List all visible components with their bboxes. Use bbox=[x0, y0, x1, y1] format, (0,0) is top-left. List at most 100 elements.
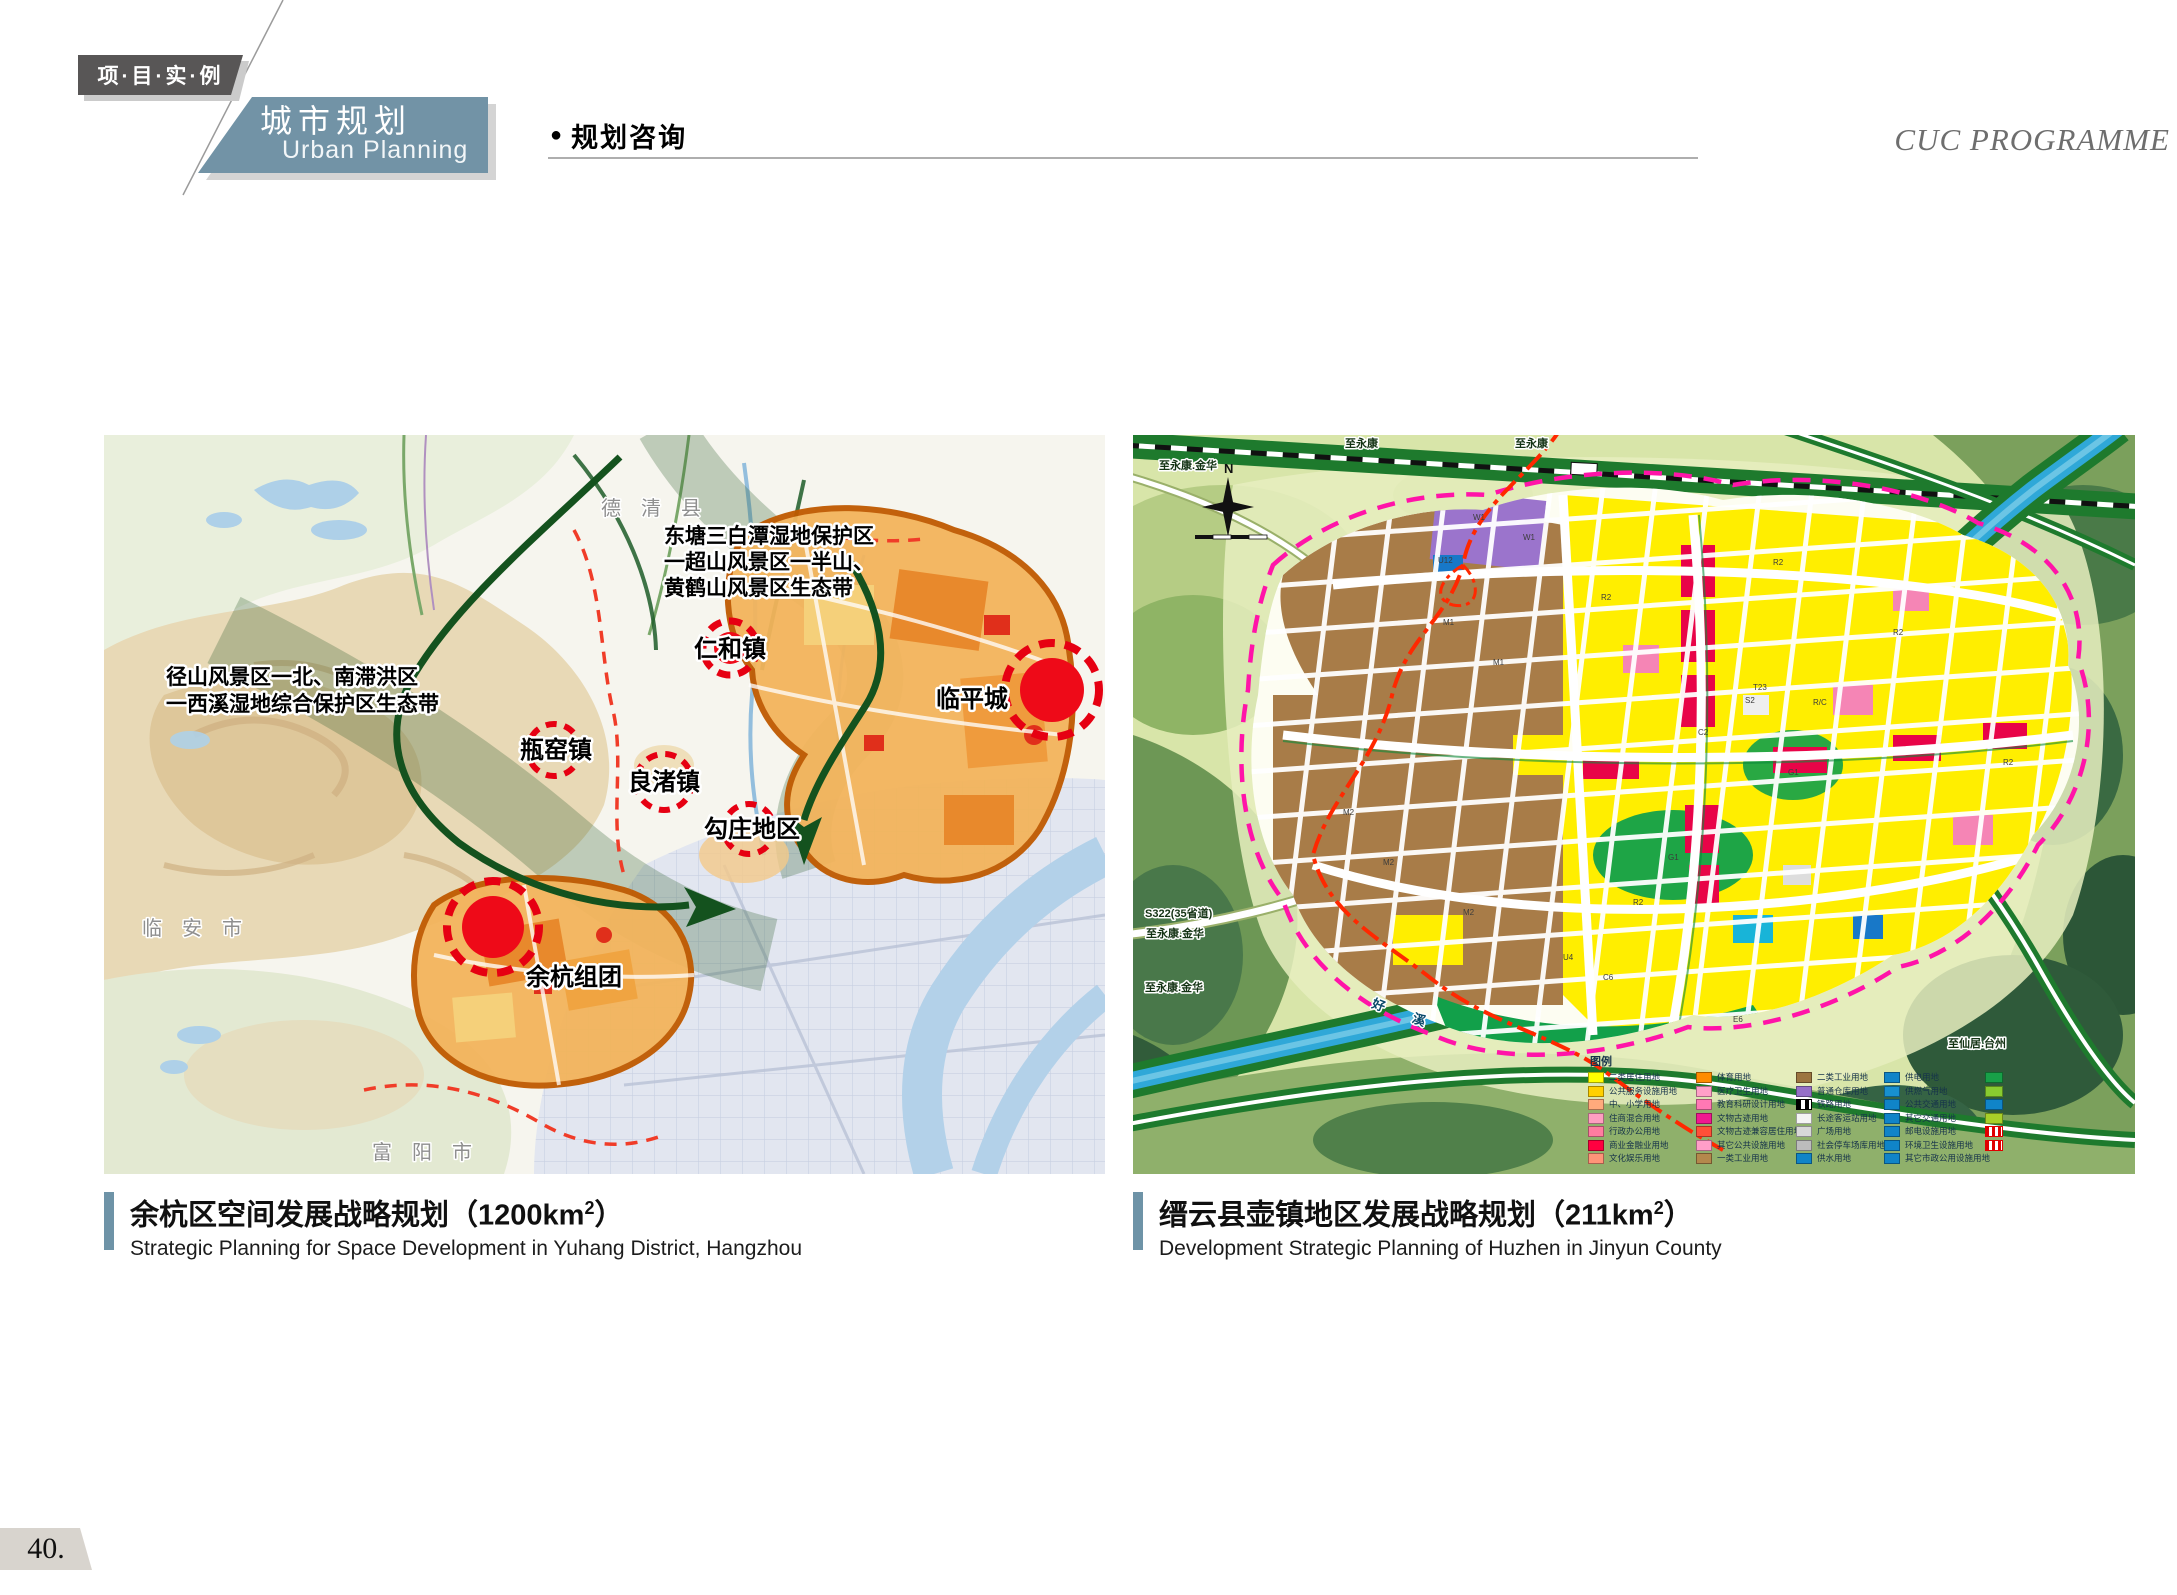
legend-chip bbox=[1884, 1140, 1900, 1151]
caption-accent-bar bbox=[1133, 1192, 1143, 1250]
legend-label: 社会停车场库用地 bbox=[1817, 1141, 1885, 1150]
bullet-icon: ● bbox=[550, 124, 562, 147]
legend-row: 公共服务设施用地 bbox=[1588, 1086, 1677, 1097]
legend-chip bbox=[1696, 1086, 1712, 1097]
legend-chip bbox=[1796, 1086, 1812, 1097]
legend-label: 中、小学用地 bbox=[1609, 1100, 1660, 1109]
legend-label: 二类工业用地 bbox=[1817, 1073, 1868, 1082]
header-rule bbox=[548, 157, 1698, 159]
svg-text:R/C: R/C bbox=[1813, 698, 1827, 707]
left-map-caption: 余杭区空间发展战略规划（1200km2） Strategic Planning … bbox=[104, 1192, 802, 1261]
legend-columns: 二类居住用地公共服务设施用地中、小学用地住商混合用地行政办公用地商业金融业用地文… bbox=[1588, 1047, 2133, 1173]
legend-row: 文化娱乐用地 bbox=[1588, 1153, 1660, 1164]
programme-title: CUC PROGRAMME bbox=[1690, 122, 2170, 158]
legend-label: 住商混合用地 bbox=[1609, 1114, 1660, 1123]
legend-row: 住商混合用地 bbox=[1588, 1113, 1660, 1124]
svg-text:G1: G1 bbox=[1788, 768, 1799, 777]
section-heading-text: 规划咨询 bbox=[571, 116, 687, 155]
svg-text:U12: U12 bbox=[1438, 556, 1453, 565]
legend-chip bbox=[1884, 1072, 1900, 1083]
legend-row: 二类工业用地 bbox=[1796, 1072, 1868, 1083]
legend-chip bbox=[1884, 1113, 1900, 1124]
legend-label: 商业金融业用地 bbox=[1609, 1141, 1669, 1150]
legend-chip bbox=[1985, 1086, 2003, 1097]
left-caption-title-en: Strategic Planning for Space Development… bbox=[130, 1237, 802, 1261]
legend-row: 教育科研设计用地 bbox=[1696, 1099, 1785, 1110]
svg-text:M2: M2 bbox=[1463, 908, 1475, 917]
legend-row: 长途客运站用地 bbox=[1796, 1113, 1877, 1124]
legend-row: 普通仓库用地 bbox=[1796, 1086, 1868, 1097]
legend-row: 其它公共设施用地 bbox=[1696, 1140, 1785, 1151]
legend-chip bbox=[1985, 1072, 2003, 1083]
legend-label: 广场用地 bbox=[1817, 1127, 1851, 1136]
label-linping-city: 临平城 bbox=[936, 685, 1008, 713]
svg-text:E6: E6 bbox=[1733, 1015, 1743, 1024]
legend-chip bbox=[1796, 1140, 1812, 1151]
page: 项·目·实·例 城市规划 Urban Planning ● 规划咨询 CUC P… bbox=[0, 0, 2177, 1595]
legend-row: 供燃气用地 bbox=[1884, 1086, 1948, 1097]
svg-text:R2: R2 bbox=[1601, 593, 1612, 602]
legend-row: 体育用地 bbox=[1696, 1072, 1751, 1083]
legend-chip bbox=[1588, 1126, 1604, 1137]
legend-label: 铁路用地 bbox=[1817, 1100, 1851, 1109]
legend-chip bbox=[1588, 1140, 1604, 1151]
yuhang-map-svg: 德 清 县 临 安 市 富 阳 市 东塘三白潭湿地保护区 一超山风景区一半山、 … bbox=[104, 435, 1105, 1174]
legend-row: 一类工业用地 bbox=[1696, 1153, 1768, 1164]
legend-row: 医疗卫生用地 bbox=[1696, 1086, 1768, 1097]
legend-label: 供电用地 bbox=[1905, 1073, 1939, 1082]
svg-text:C6: C6 bbox=[1603, 973, 1614, 982]
legend-label: 一类工业用地 bbox=[1717, 1154, 1768, 1163]
category-title-cn: 城市规划 bbox=[260, 104, 488, 138]
label-deqing-county: 德 清 县 bbox=[601, 497, 701, 520]
legend-chip bbox=[1588, 1086, 1604, 1097]
legend-chip bbox=[1985, 1140, 2003, 1151]
label-pingyao-town: 瓶窑镇 bbox=[520, 736, 592, 764]
right-caption-title-en: Development Strategic Planning of Huzhen… bbox=[1159, 1237, 1722, 1261]
legend-label: 文化娱乐用地 bbox=[1609, 1154, 1660, 1163]
svg-text:M1: M1 bbox=[1493, 658, 1505, 667]
legend-chip bbox=[1696, 1072, 1712, 1083]
legend-chip bbox=[1796, 1126, 1812, 1137]
legend-label: 教育科研设计用地 bbox=[1717, 1100, 1785, 1109]
svg-text:R2: R2 bbox=[2003, 758, 2014, 767]
annotation-ne-line3: 黄鹤山风景区生态带 bbox=[664, 576, 853, 600]
legend-row: 社会停车场库用地 bbox=[1796, 1140, 1885, 1151]
legend-row: 行政办公用地 bbox=[1588, 1126, 1660, 1137]
yuhang-map-panel: 德 清 县 临 安 市 富 阳 市 东塘三白潭湿地保护区 一超山风景区一半山、 … bbox=[104, 435, 1105, 1174]
label-yuhang-cluster: 余杭组团 bbox=[525, 963, 622, 991]
label-liangzhu-town: 良渚镇 bbox=[628, 768, 700, 796]
section-heading: ● 规划咨询 bbox=[550, 116, 687, 155]
legend-label: 文物古迹用地 bbox=[1717, 1114, 1768, 1123]
legend-label: 其它市政公用设施用地 bbox=[1905, 1154, 1990, 1163]
svg-text:G1: G1 bbox=[1668, 853, 1679, 862]
legend-row: 环境卫生设施用地 bbox=[1884, 1140, 1973, 1151]
legend-row: 商业金融业用地 bbox=[1588, 1140, 1669, 1151]
legend-label: 医疗卫生用地 bbox=[1717, 1087, 1768, 1096]
svg-text:M2: M2 bbox=[1343, 808, 1355, 817]
legend-label: 其它公共设施用地 bbox=[1717, 1141, 1785, 1150]
legend-label: 行政办公用地 bbox=[1609, 1127, 1660, 1136]
annotation-ne-line1: 东塘三白潭湿地保护区 bbox=[664, 524, 874, 548]
svg-text:U4: U4 bbox=[1563, 953, 1574, 962]
right-caption-title-cn: 缙云县壶镇地区发展战略规划（211km2） bbox=[1159, 1192, 1722, 1232]
legend-label: 长途客运站用地 bbox=[1817, 1114, 1877, 1123]
svg-text:R2: R2 bbox=[1773, 558, 1784, 567]
legend-label: 文物古迹兼容居住用地 bbox=[1717, 1127, 1802, 1136]
project-example-tag-label: 项·目·实·例 bbox=[98, 60, 224, 90]
north-label: N bbox=[1224, 461, 1233, 476]
huzhen-map-panel: N 至永康.金华 至永康 至永康 S322(35省道) 至永康.金华 至永康.金… bbox=[1133, 435, 2135, 1174]
legend-chip bbox=[1588, 1153, 1604, 1164]
annotation-w-line1: 径山风景区一北、南滞洪区 bbox=[166, 665, 418, 689]
legend-row: 供电用地 bbox=[1884, 1072, 1939, 1083]
scale-bar bbox=[1195, 535, 1267, 539]
legend-row: 供水用地 bbox=[1796, 1153, 1851, 1164]
legend-chip bbox=[1985, 1126, 2003, 1137]
svg-text:C2: C2 bbox=[1698, 728, 1709, 737]
left-caption-title-cn: 余杭区空间发展战略规划（1200km2） bbox=[130, 1192, 802, 1232]
svg-text:R2: R2 bbox=[1893, 628, 1904, 637]
svg-text:M2: M2 bbox=[1383, 858, 1395, 867]
legend-label: 供水用地 bbox=[1817, 1154, 1851, 1163]
legend-label: 公共服务设施用地 bbox=[1609, 1087, 1677, 1096]
label-renhe-town: 仁和镇 bbox=[694, 636, 766, 663]
legend-chip bbox=[1588, 1099, 1604, 1110]
